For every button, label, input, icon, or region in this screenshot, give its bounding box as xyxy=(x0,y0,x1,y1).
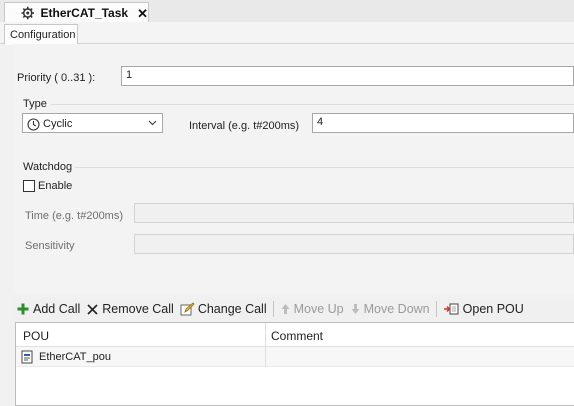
priority-input[interactable]: 1 xyxy=(121,66,574,86)
table-header: POU Comment xyxy=(16,323,574,347)
watchdog-sensitivity-label: Sensitivity xyxy=(25,240,75,252)
enable-watchdog-label: Enable xyxy=(38,180,73,192)
clock-icon xyxy=(27,117,40,131)
task-gear-icon xyxy=(21,6,35,20)
interval-input[interactable]: 4 xyxy=(312,113,574,133)
toolbar-separator xyxy=(435,301,437,317)
arrow-down-icon xyxy=(351,304,360,314)
tab-configuration[interactable]: Configuration xyxy=(4,24,78,45)
document-tab-bar: EtherCAT_Task ✕ xyxy=(0,0,574,23)
interval-label: Interval (e.g. t#200ms) xyxy=(189,120,300,132)
toolbar-separator xyxy=(272,301,274,317)
task-type-value: Cyclic xyxy=(43,118,73,130)
move-down-label: Move Down xyxy=(363,302,430,316)
arrow-up-icon xyxy=(281,304,290,314)
edit-pencil-icon xyxy=(180,302,195,316)
task-type-select[interactable]: Cyclic xyxy=(22,113,163,133)
table-row[interactable]: EtherCAT_pou xyxy=(16,347,574,367)
move-down-button[interactable]: Move Down xyxy=(347,299,433,319)
call-toolbar: Add Call Remove Call Change Call Move Up… xyxy=(13,298,574,320)
pou-cell[interactable]: EtherCAT_pou xyxy=(16,347,266,366)
document-tab-title: EtherCAT_Task xyxy=(40,6,129,20)
enable-watchdog-checkbox[interactable] xyxy=(23,180,35,192)
change-call-button[interactable]: Change Call xyxy=(177,299,270,319)
remove-call-label: Remove Call xyxy=(102,302,174,316)
watchdog-divider xyxy=(75,167,574,168)
column-header-pou[interactable]: POU xyxy=(16,323,266,346)
move-up-button[interactable]: Move Up xyxy=(277,299,347,319)
pou-name: EtherCAT_pou xyxy=(39,350,111,363)
watchdog-time-input[interactable] xyxy=(134,203,574,223)
call-table: POU Comment EtherCAT_pou xyxy=(15,322,574,406)
column-header-comment[interactable]: Comment xyxy=(266,323,574,346)
remove-call-button[interactable]: Remove Call xyxy=(83,299,177,319)
add-call-button[interactable]: Add Call xyxy=(13,299,83,319)
configuration-panel: Priority ( 0..31 ): 1 Type Cyclic Interv… xyxy=(13,44,574,294)
open-pou-icon xyxy=(443,303,459,315)
document-tab-ethercat-task[interactable]: EtherCAT_Task ✕ xyxy=(4,2,149,23)
type-heading: Type xyxy=(23,98,47,110)
add-call-label: Add Call xyxy=(33,302,81,316)
add-plus-icon xyxy=(17,303,29,315)
priority-label: Priority ( 0..31 ): xyxy=(17,72,96,84)
pou-program-icon xyxy=(21,350,33,363)
watchdog-time-label: Time (e.g. t#200ms) xyxy=(25,210,124,222)
open-pou-label: Open POU xyxy=(462,302,524,316)
chevron-down-icon xyxy=(148,120,157,126)
watchdog-heading: Watchdog xyxy=(23,161,73,173)
editor-tab-bar: Configuration xyxy=(0,22,574,45)
watchdog-sensitivity-input[interactable] xyxy=(134,234,574,254)
close-tab-icon[interactable]: ✕ xyxy=(137,7,148,20)
move-up-label: Move Up xyxy=(293,302,344,316)
remove-x-icon xyxy=(87,303,98,315)
change-call-label: Change Call xyxy=(197,302,267,316)
open-pou-button[interactable]: Open POU xyxy=(440,299,527,319)
comment-cell[interactable] xyxy=(266,347,574,366)
type-divider xyxy=(51,104,574,105)
